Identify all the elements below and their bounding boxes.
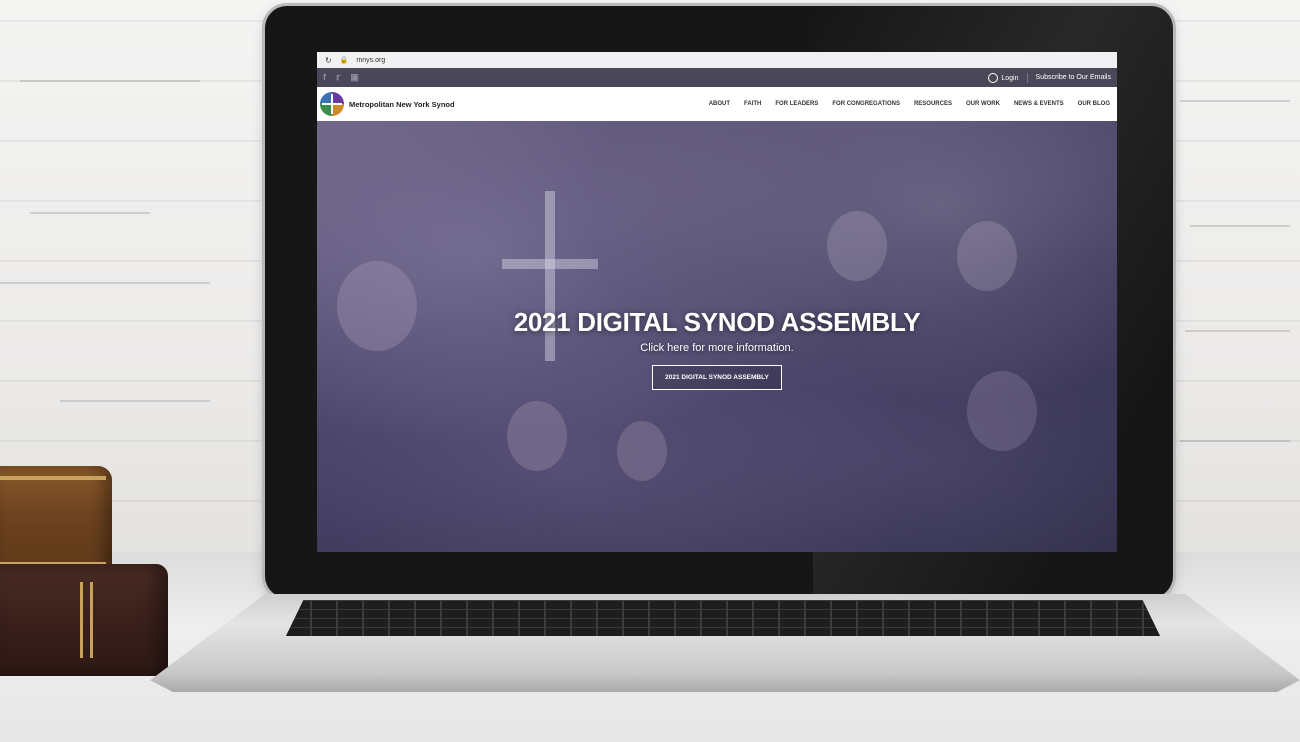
- brick-mortar: [1180, 440, 1290, 442]
- facebook-icon[interactable]: f: [323, 72, 326, 83]
- divider: [1026, 72, 1028, 83]
- brick-mortar: [60, 400, 210, 402]
- collage-figure: [507, 401, 567, 471]
- synod-assembly-button[interactable]: 2021 DIGITAL SYNOD ASSEMBLY: [652, 365, 782, 390]
- nav-menu: ABOUT FAITH FOR LEADERS FOR CONGREGATION…: [702, 101, 1117, 107]
- reload-icon[interactable]: ↻: [325, 56, 332, 65]
- url-text[interactable]: mnys.org: [356, 57, 385, 64]
- hero-title: 2021 DIGITAL SYNOD ASSEMBLY: [513, 307, 921, 337]
- collage-figure: [617, 421, 667, 481]
- brick-mortar: [1190, 225, 1290, 227]
- nav-item-for-congregations[interactable]: FOR CONGREGATIONS: [825, 101, 907, 107]
- social-icons: f 𝕣 ▣: [323, 72, 359, 83]
- top-utility-bar: f 𝕣 ▣ Login Subscribe to Our Emails: [317, 68, 1117, 87]
- subscribe-link[interactable]: Subscribe to Our Emails: [1036, 74, 1111, 81]
- cross-beam: [502, 259, 598, 269]
- browser-address-bar[interactable]: ↻ 🔒 mnys.org: [317, 52, 1117, 68]
- brick-mortar: [1185, 330, 1290, 332]
- book-band: [0, 476, 106, 480]
- user-icon: [988, 72, 999, 83]
- main-navigation: Metropolitan New York Synod ABOUT FAITH …: [317, 87, 1117, 121]
- collage-figure: [827, 211, 887, 281]
- brick-mortar: [0, 282, 210, 284]
- twitter-icon[interactable]: 𝕣: [336, 72, 340, 83]
- nav-item-resources[interactable]: RESOURCES: [907, 101, 959, 107]
- collage-figure: [957, 221, 1017, 291]
- site-name[interactable]: Metropolitan New York Synod: [349, 100, 455, 109]
- hero-content: 2021 DIGITAL SYNOD ASSEMBLY Click here f…: [317, 307, 1117, 390]
- nav-item-our-blog[interactable]: OUR BLOG: [1071, 101, 1117, 107]
- nav-item-for-leaders[interactable]: FOR LEADERS: [768, 101, 825, 107]
- brick-mortar: [1180, 100, 1290, 102]
- brick-mortar: [30, 212, 150, 214]
- nav-item-faith[interactable]: FAITH: [737, 101, 768, 107]
- instagram-icon[interactable]: ▣: [350, 72, 359, 83]
- login-link[interactable]: Login: [988, 72, 1019, 83]
- book-gold-line: [90, 582, 93, 658]
- login-label: Login: [1001, 74, 1019, 82]
- laptop-keyboard: [286, 600, 1160, 636]
- nav-item-news-events[interactable]: NEWS & EVENTS: [1007, 101, 1071, 107]
- hero-subtitle[interactable]: Click here for more information.: [317, 342, 1117, 354]
- synod-logo-icon[interactable]: [320, 92, 344, 116]
- hero-banner: 2021 DIGITAL SYNOD ASSEMBLY Click here f…: [317, 121, 1117, 552]
- utility-links: Login Subscribe to Our Emails: [988, 72, 1111, 83]
- nav-item-our-work[interactable]: OUR WORK: [959, 101, 1007, 107]
- book-gold-line: [80, 582, 83, 658]
- nav-item-about[interactable]: ABOUT: [702, 101, 737, 107]
- brick-mortar: [20, 80, 200, 82]
- laptop-screen: ↻ 🔒 mnys.org f 𝕣 ▣ Login Subscribe to Ou…: [317, 52, 1117, 552]
- old-book-bottom: [0, 564, 168, 676]
- lock-icon: 🔒: [339, 57, 349, 64]
